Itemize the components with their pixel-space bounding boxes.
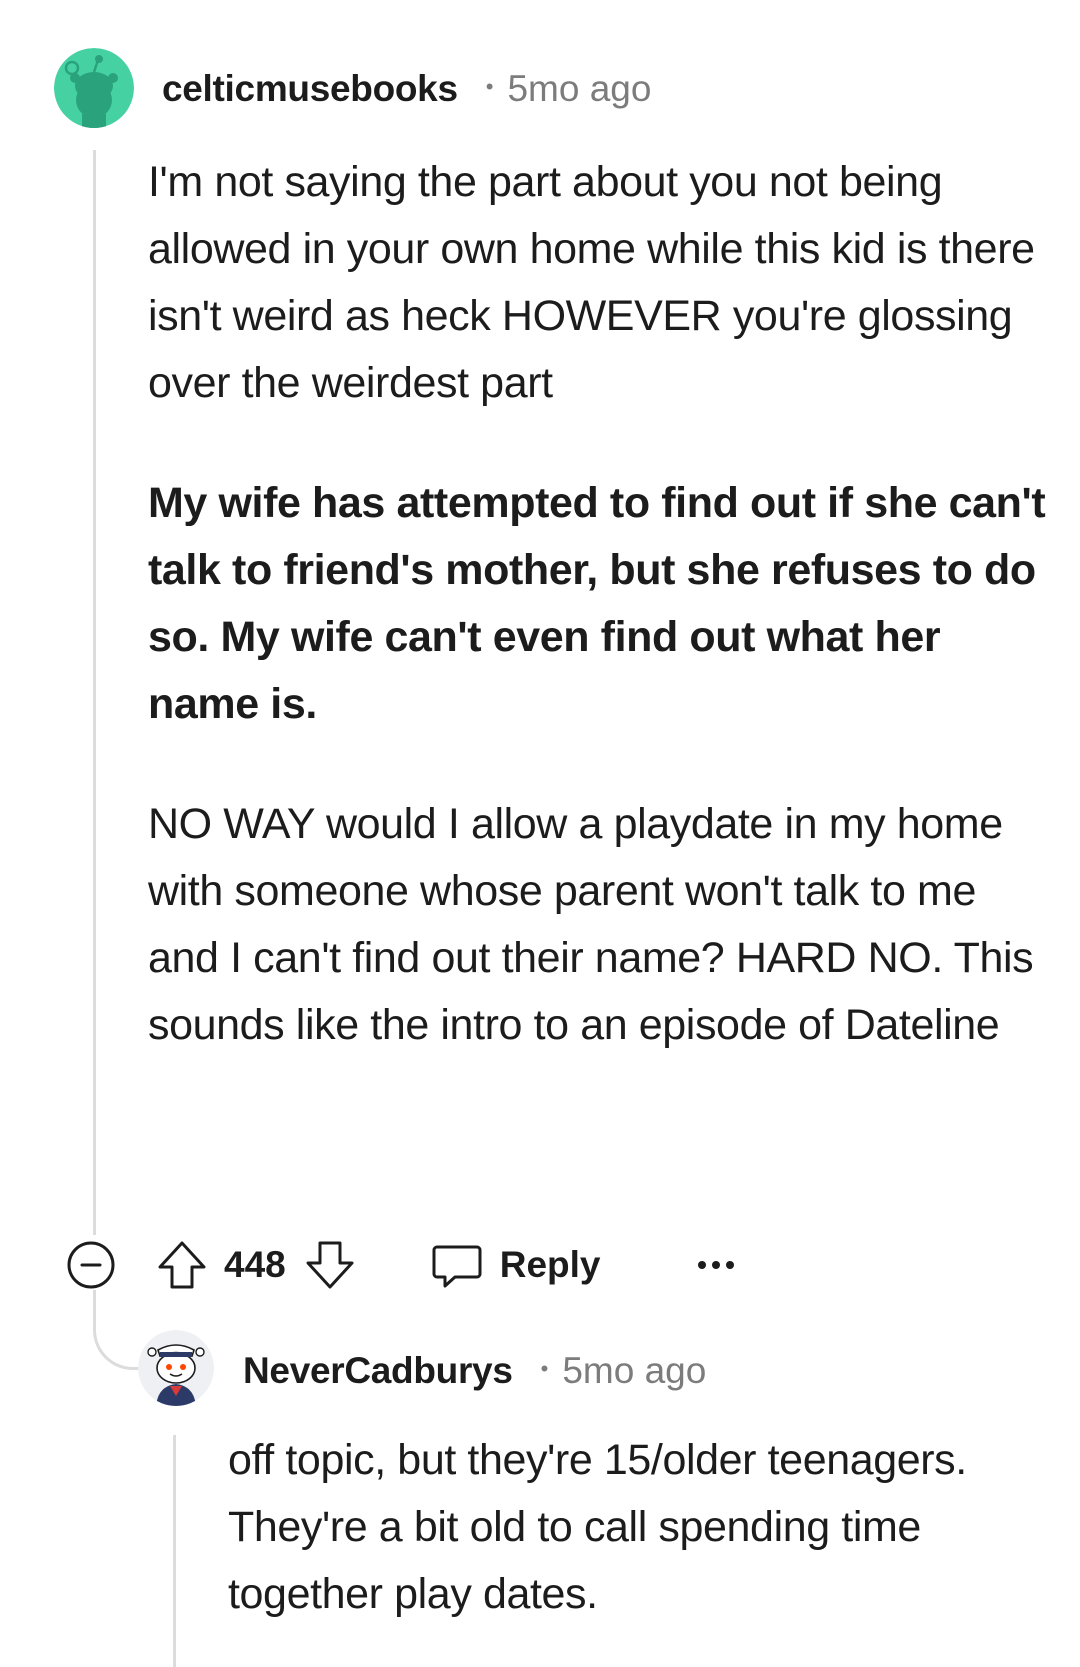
downvote-arrow-icon [306, 1241, 354, 1289]
comment-header: NeverCadburys • 5mo ago [243, 1346, 706, 1396]
speech-bubble-icon [430, 1238, 484, 1292]
collapse-button[interactable] [66, 1240, 116, 1290]
reply-label: Reply [499, 1244, 601, 1285]
separator-dot: • [540, 1356, 549, 1381]
thread-line[interactable] [93, 150, 96, 1235]
snoo-avatar-teal-icon [54, 48, 134, 128]
timestamp: 5mo ago [562, 1350, 707, 1391]
username[interactable]: NeverCadburys [243, 1350, 513, 1392]
upvote-arrow-icon [158, 1241, 206, 1289]
comment-body: off topic, but they're 15/older teenager… [228, 1427, 1048, 1628]
comment-thread: celticmusebooks • 5mo ago I'm not saying… [0, 0, 1080, 1667]
timestamp: 5mo ago [507, 68, 652, 109]
comment-header: celticmusebooks • 5mo ago [162, 64, 651, 114]
snoo-sailor-avatar-icon [138, 1330, 214, 1406]
comment-action-bar: 448 Reply [66, 1230, 741, 1300]
downvote-button[interactable] [302, 1237, 358, 1293]
reply-button[interactable]: Reply [430, 1238, 601, 1292]
avatar[interactable] [54, 48, 134, 128]
thread-connector [93, 1290, 143, 1370]
comment-paragraph-quote: My wife has attempted to find out if she… [148, 479, 1046, 728]
separator-dot: • [485, 74, 494, 99]
avatar[interactable] [138, 1330, 214, 1406]
upvote-button[interactable] [154, 1237, 210, 1293]
thread-line[interactable] [173, 1435, 176, 1667]
comment-paragraph: I'm not saying the part about you not be… [148, 158, 1035, 407]
more-options-button[interactable] [691, 1240, 741, 1290]
more-dots-icon [697, 1261, 734, 1269]
collapse-minus-icon [67, 1241, 115, 1289]
comment-paragraph: off topic, but they're 15/older teenager… [228, 1436, 967, 1618]
vote-score: 448 [224, 1244, 286, 1285]
comment-body: I'm not saying the part about you not be… [148, 149, 1048, 1059]
username[interactable]: celticmusebooks [162, 68, 458, 110]
comment-paragraph: NO WAY would I allow a playdate in my ho… [148, 800, 1034, 1049]
